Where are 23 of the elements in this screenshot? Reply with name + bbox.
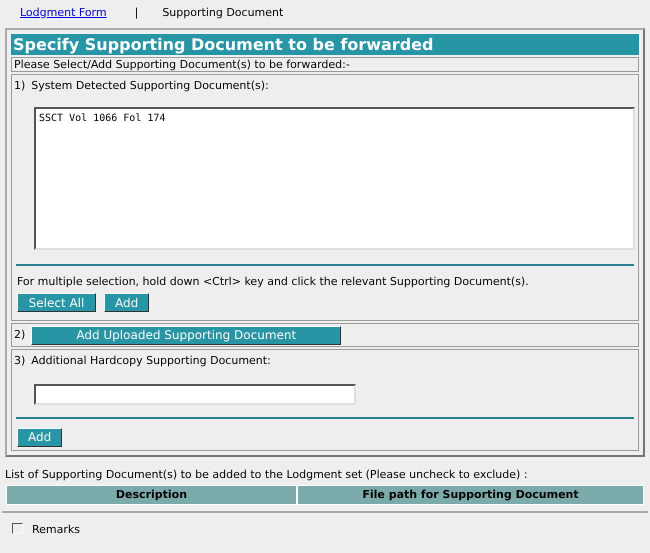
hint-text: For multiple selection, hold down <Ctrl> key and click the relevant Supporting Document(s).: [16, 274, 530, 290]
hardcopy-input-field[interactable]: [34, 384, 356, 404]
lodgment-form-link[interactable]: Lodgment Form: [20, 4, 111, 22]
instruction-text: Please Select/Add Supporting Document(s) to be forwarded:-: [11, 57, 639, 72]
remarks-label: Remarks: [32, 522, 80, 538]
separator-text: |: [134, 4, 140, 21]
select-all-button[interactable]: Select All: [17, 293, 96, 312]
panel-title: Specify Supporting Document to be forwarded: [11, 34, 639, 55]
list-caption: List of Supporting Document(s) to be added to the Lodgment set (Please uncheck to exclude) :: [4, 466, 529, 482]
remarks-checkbox[interactable]: [12, 523, 23, 534]
add-button[interactable]: Add: [17, 428, 62, 446]
document-listbox[interactable]: SSCT Vol 1066 Fol 174: [34, 106, 635, 250]
listbox-option[interactable]: SSCT Vol 1066 Fol 174: [38, 110, 631, 126]
section-number: 3): [14, 353, 26, 369]
column-header: Description: [7, 486, 296, 504]
current-page-label: Supporting Document: [162, 4, 284, 21]
add-uploaded-document-button[interactable]: Add Uploaded Supporting Document: [31, 326, 342, 344]
column-header: File path for Supporting Document: [298, 486, 643, 504]
section-label: System Detected Supporting Document(s):: [31, 78, 269, 94]
section-number: 1): [14, 78, 26, 94]
section-number: 2): [14, 326, 26, 343]
add-button[interactable]: Add: [104, 293, 150, 312]
section-label: Additional Hardcopy Supporting Document:: [31, 353, 271, 369]
